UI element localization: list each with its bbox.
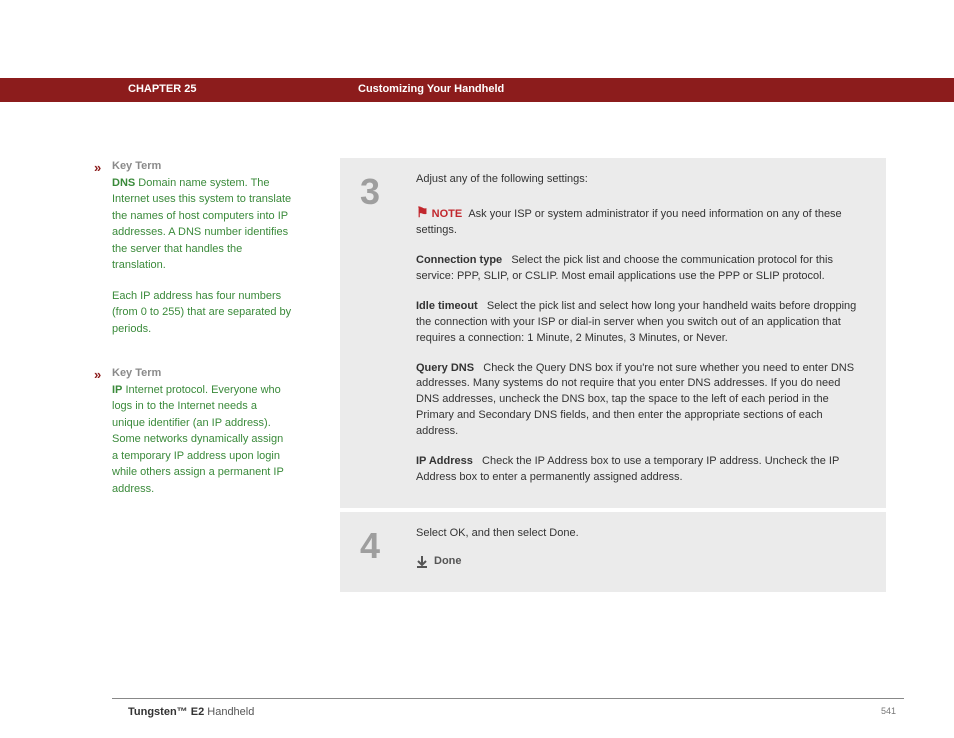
- setting-text: Check the Query DNS box if you're not su…: [416, 362, 854, 438]
- setting-item: Connection type Select the pick list and…: [416, 253, 866, 285]
- chevron-icon: »: [94, 158, 99, 178]
- note-text: Ask your ISP or system administrator if …: [416, 208, 842, 236]
- setting-name: Idle timeout: [416, 300, 478, 312]
- keyterm-term: IP: [112, 384, 122, 396]
- flag-icon: ⚑: [416, 204, 429, 220]
- keyterm-block: » Key Term DNS Domain name system. The I…: [112, 158, 292, 337]
- setting-item: Idle timeout Select the pick list and se…: [416, 299, 866, 347]
- sidebar: » Key Term DNS Domain name system. The I…: [112, 158, 292, 525]
- chevron-icon: »: [94, 365, 99, 385]
- page-number: 541: [881, 706, 896, 716]
- keyterm-label: Key Term: [112, 367, 161, 379]
- chapter-label: CHAPTER 25: [128, 83, 196, 95]
- keyterm-def: Internet protocol. Everyone who logs in …: [112, 384, 284, 495]
- step-number: 4: [360, 526, 416, 570]
- step-body: Select OK, and then select Done. Done: [416, 526, 866, 570]
- footer-product-bold: Tungsten™ E2: [128, 706, 204, 718]
- keyterm-label: Key Term: [112, 160, 161, 172]
- done-label: Done: [434, 554, 462, 570]
- setting-name: Connection type: [416, 254, 502, 266]
- chapter-title: Customizing Your Handheld: [358, 83, 504, 95]
- keyterm-def: Domain name system. The Internet uses th…: [112, 177, 291, 272]
- keyterm-block: » Key Term IP Internet protocol. Everyon…: [112, 365, 292, 497]
- step-intro: Select OK, and then select Done.: [416, 526, 866, 542]
- footer-divider: [112, 698, 904, 699]
- setting-name: Query DNS: [416, 362, 474, 374]
- step-row: 3 Adjust any of the following settings: …: [340, 158, 886, 508]
- steps-container: 3 Adjust any of the following settings: …: [340, 158, 886, 592]
- keyterm-extra: Each IP address has four numbers (from 0…: [112, 288, 292, 338]
- done-row: Done: [416, 554, 866, 570]
- setting-name: IP Address: [416, 455, 473, 467]
- step-number: 3: [360, 172, 416, 486]
- note-label: NOTE: [432, 208, 463, 220]
- header-bar: CHAPTER 25 Customizing Your Handheld: [0, 78, 954, 102]
- setting-text: Check the IP Address box to use a tempor…: [416, 455, 839, 483]
- setting-item: Query DNS Check the Query DNS box if you…: [416, 361, 866, 441]
- footer-product: Tungsten™ E2 Handheld: [128, 706, 254, 718]
- step-intro: Adjust any of the following settings:: [416, 172, 866, 188]
- setting-text: Select the pick list and select how long…: [416, 300, 856, 344]
- step-row: 4 Select OK, and then select Done. Done: [340, 512, 886, 592]
- footer-product-rest: Handheld: [204, 706, 254, 718]
- note-row: ⚑ NOTE Ask your ISP or system administra…: [416, 202, 866, 239]
- keyterm-term: DNS: [112, 177, 135, 189]
- step-body: Adjust any of the following settings: ⚑ …: [416, 172, 866, 486]
- setting-item: IP Address Check the IP Address box to u…: [416, 454, 866, 486]
- down-arrow-icon: [416, 556, 428, 568]
